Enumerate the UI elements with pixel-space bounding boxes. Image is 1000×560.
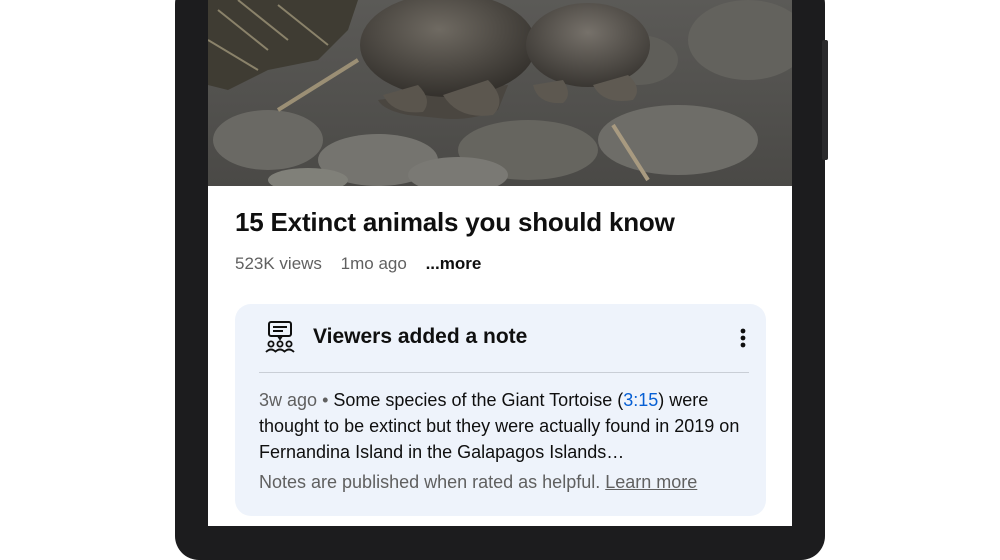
note-time: 3w ago [259,390,318,410]
note-footer: Notes are published when rated as helpfu… [259,472,697,493]
note-footer-text: Notes are published when rated as helpfu… [259,472,601,492]
video-meta: 523K views 1mo ago ...more [235,254,481,274]
note-divider [259,372,749,373]
phone-side-button [822,40,828,160]
more-description-link[interactable]: ...more [426,254,482,273]
note-timestamp-link[interactable]: 3:15 [623,390,658,410]
note-separator: • [322,390,329,410]
upload-age: 1mo ago [340,254,407,273]
note-text-start: Some species of the Giant Tortoise ( [333,390,624,410]
viewer-note-card: Viewers added a note 3w ago • Some speci… [235,304,766,516]
learn-more-link[interactable]: Learn more [605,472,697,492]
note-body: 3w ago • Some species of the Giant Torto… [259,387,749,465]
phone-screen: 15 Extinct animals you should know 523K … [208,0,792,526]
video-title: 15 Extinct animals you should know [235,207,675,237]
community-notes-icon [265,321,295,353]
view-count: 523K views [235,254,322,273]
note-heading: Viewers added a note [313,325,528,348]
kebab-menu-icon[interactable] [733,326,753,350]
video-thumbnail[interactable] [208,0,792,186]
tortoise-photo [208,0,792,186]
